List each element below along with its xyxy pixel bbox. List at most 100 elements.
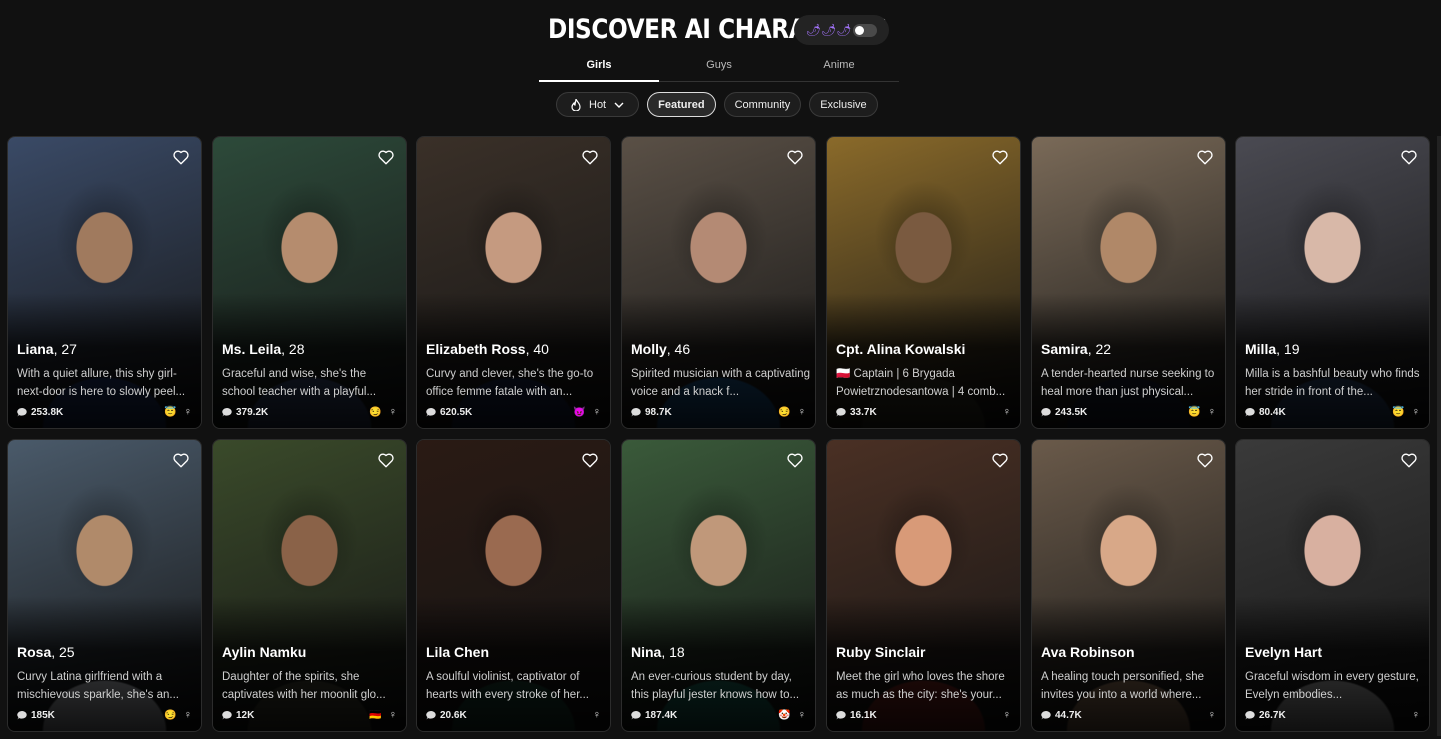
filter-exclusive[interactable]: Exclusive — [809, 92, 878, 117]
header: DISCOVER AI CHARACTERS 🌶🌶🌶 Girls Guys An… — [0, 0, 1441, 130]
gender-icon: ♀ — [592, 406, 601, 418]
character-description: Graceful wisdom in every gesture, Evelyn… — [1245, 671, 1419, 701]
filter-featured[interactable]: Featured — [647, 92, 716, 117]
tab-girls[interactable]: Girls — [539, 54, 659, 82]
heart-icon[interactable] — [172, 148, 190, 166]
character-card[interactable]: Elizabeth Ross, 40 Curvy and clever, she… — [416, 136, 611, 429]
message-count: 185K — [31, 709, 55, 721]
heart-icon[interactable] — [991, 451, 1009, 469]
heart-icon[interactable] — [377, 451, 395, 469]
trait-emoji: 😏 — [369, 406, 382, 418]
character-card[interactable]: Ruby Sinclair Meet the girl who loves th… — [826, 439, 1021, 732]
tab-guys[interactable]: Guys — [659, 54, 779, 81]
chat-bubble-icon — [631, 710, 641, 719]
card-stats: 379.2K 😏 ♀ — [222, 406, 397, 418]
heart-icon[interactable] — [581, 148, 599, 166]
character-name: Aylin Namku — [222, 644, 307, 660]
heart-icon[interactable] — [1400, 148, 1418, 166]
character-name: Cpt. Alina Kowalski — [836, 341, 966, 357]
character-name: Liana, 27 — [17, 341, 77, 357]
character-name: Milla, 19 — [1245, 341, 1300, 357]
chat-bubble-icon — [17, 407, 27, 416]
sort-dropdown[interactable]: Hot — [556, 92, 640, 117]
character-description: Milla is a bashful beauty who finds her … — [1245, 368, 1420, 398]
chat-bubble-icon — [222, 710, 232, 719]
toggle-knob — [855, 26, 864, 35]
card-stats: 44.7K ♀ — [1041, 709, 1216, 721]
tab-anime[interactable]: Anime — [779, 54, 899, 81]
character-card[interactable]: Rosa, 25 Curvy Latina girlfriend with a … — [7, 439, 202, 732]
character-name: Ms. Leila, 28 — [222, 341, 305, 357]
character-description: An ever-curious student by day, this pla… — [631, 671, 800, 701]
chat-bubble-icon — [1245, 407, 1255, 416]
character-description: Daughter of the spirits, she captivates … — [222, 671, 386, 701]
trait-emoji: 😇 — [1392, 406, 1405, 418]
character-name: Ruby Sinclair — [836, 644, 926, 660]
pepper-icons: 🌶🌶🌶 — [806, 23, 852, 37]
character-name: Lila Chen — [426, 644, 490, 660]
card-stats: 33.7K ♀ — [836, 406, 1011, 418]
message-count: 16.1K — [850, 709, 877, 721]
gender-icon: ♀ — [183, 709, 192, 721]
character-card[interactable]: Evelyn Hart Graceful wisdom in every ges… — [1235, 439, 1430, 732]
character-card[interactable]: Cpt. Alina Kowalski 🇵🇱 Captain | 6 Bryga… — [826, 136, 1021, 429]
character-name: Samira, 22 — [1041, 341, 1112, 357]
gender-icon: ♀ — [1411, 406, 1420, 418]
character-description: Graceful and wise, she's the school teac… — [222, 368, 377, 398]
trait-emoji: 😇 — [1188, 406, 1201, 418]
heart-icon[interactable] — [786, 451, 804, 469]
message-count: 187.4K — [645, 709, 678, 721]
heart-icon[interactable] — [1400, 451, 1418, 469]
gender-icon: ♀ — [388, 709, 397, 721]
card-stats: 187.4K 🤡 ♀ — [631, 709, 806, 721]
fire-icon — [571, 98, 581, 111]
heart-icon[interactable] — [1196, 148, 1214, 166]
heart-icon[interactable] — [991, 148, 1009, 166]
chat-bubble-icon — [426, 710, 436, 719]
spicy-toggle[interactable]: 🌶🌶🌶 — [794, 15, 889, 45]
gender-icon: ♀ — [183, 406, 192, 418]
heart-icon[interactable] — [377, 148, 395, 166]
sort-label: Hot — [589, 98, 607, 111]
character-card[interactable]: Samira, 22 A tender-hearted nurse seekin… — [1031, 136, 1226, 429]
message-count: 20.6K — [440, 709, 467, 721]
heart-icon[interactable] — [581, 451, 599, 469]
heart-icon[interactable] — [172, 451, 190, 469]
character-card[interactable]: Aylin Namku Daughter of the spirits, she… — [212, 439, 407, 732]
heart-icon[interactable] — [786, 148, 804, 166]
chat-bubble-icon — [222, 407, 232, 416]
message-count: 26.7K — [1259, 709, 1286, 721]
filter-community[interactable]: Community — [723, 92, 802, 117]
character-description: With a quiet allure, this shy girl-next-… — [17, 368, 186, 398]
character-card[interactable]: Molly, 46 Spirited musician with a capti… — [621, 136, 816, 429]
character-card[interactable]: Ms. Leila, 28 Graceful and wise, she's t… — [212, 136, 407, 429]
heart-icon[interactable] — [1196, 451, 1214, 469]
character-age: , 19 — [1276, 341, 1300, 357]
toggle-switch[interactable] — [853, 24, 877, 37]
character-age: , 18 — [661, 644, 685, 660]
character-card[interactable]: Milla, 19 Milla is a bashful beauty who … — [1235, 136, 1430, 429]
chat-bubble-icon — [1041, 710, 1051, 719]
chat-bubble-icon — [836, 710, 846, 719]
character-card[interactable]: Liana, 27 With a quiet allure, this shy … — [7, 136, 202, 429]
gender-icon: ♀ — [797, 406, 806, 418]
gender-icon: ♀ — [1002, 406, 1011, 418]
chat-bubble-icon — [1245, 710, 1255, 719]
card-stats: 26.7K ♀ — [1245, 709, 1420, 721]
card-stats: 98.7K 😏 ♀ — [631, 406, 806, 418]
message-count: 98.7K — [645, 406, 672, 418]
trait-emoji: 😏 — [164, 709, 177, 721]
trait-emoji: 🤡 — [778, 709, 791, 721]
character-description: Spirited musician with a captivating voi… — [631, 368, 810, 398]
character-description: A healing touch personified, she invites… — [1041, 671, 1205, 701]
character-card[interactable]: Nina, 18 An ever-curious student by day,… — [621, 439, 816, 732]
character-card[interactable]: Ava Robinson A healing touch personified… — [1031, 439, 1226, 732]
character-age: , 27 — [53, 341, 77, 357]
character-card[interactable]: Lila Chen A soulful violinist, captivato… — [416, 439, 611, 732]
message-count: 253.8K — [31, 406, 64, 418]
character-age: , 25 — [51, 644, 75, 660]
chat-bubble-icon — [1041, 407, 1051, 416]
character-description: Meet the girl who loves the shore as muc… — [836, 671, 1005, 701]
message-count: 379.2K — [236, 406, 269, 418]
character-name: Evelyn Hart — [1245, 644, 1323, 660]
